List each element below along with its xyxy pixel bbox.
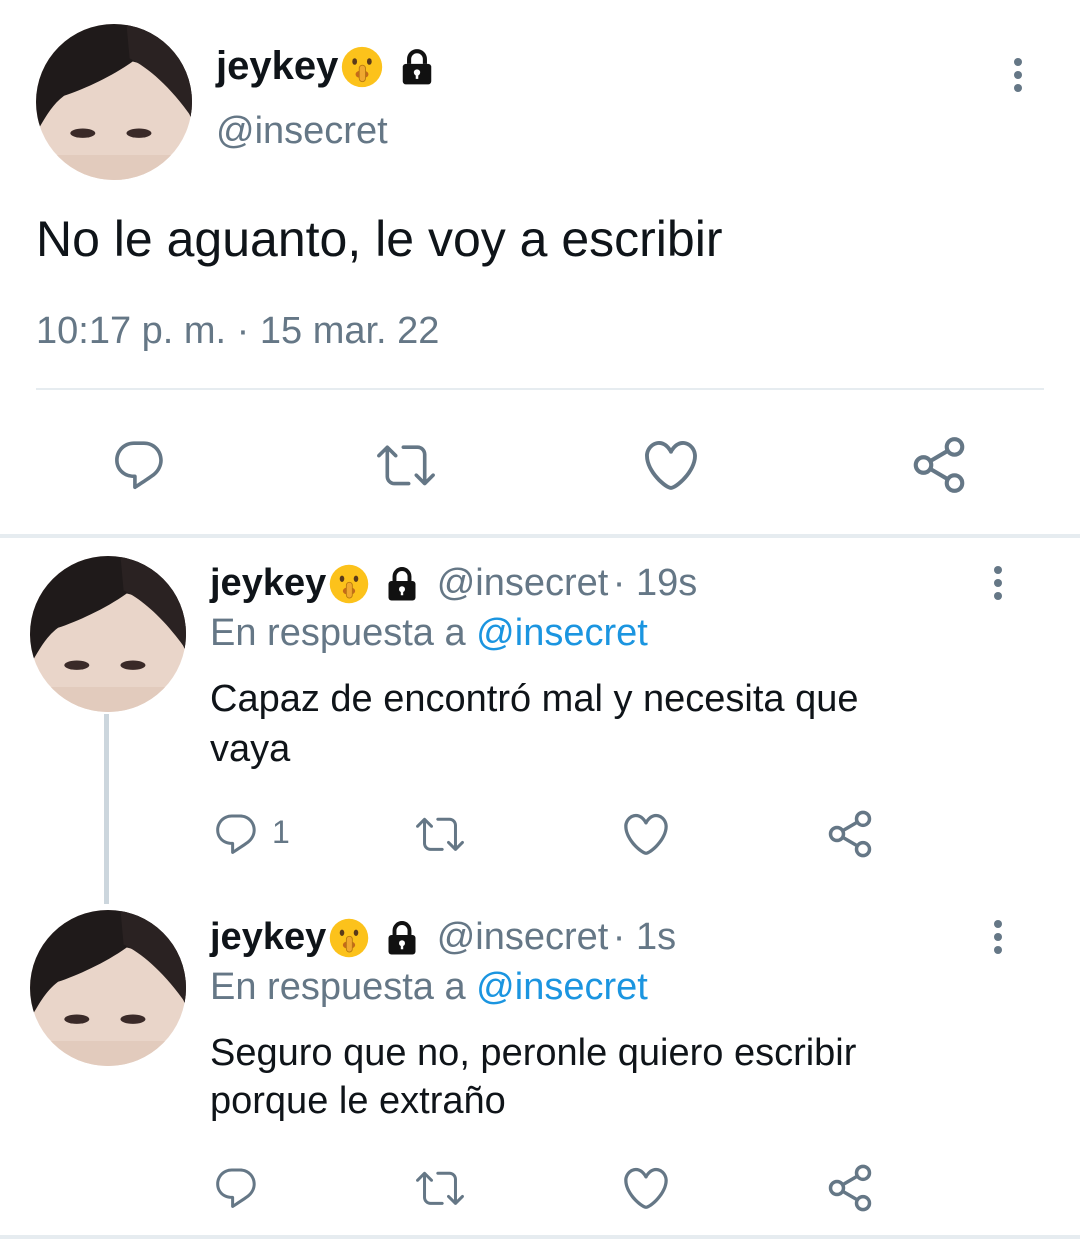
lock-icon <box>384 920 420 956</box>
reply-icon[interactable] <box>212 1164 260 1212</box>
lock-icon <box>384 566 420 602</box>
avatar[interactable] <box>36 24 192 180</box>
reply-header: jeykey @insecret · 19s <box>210 562 697 608</box>
relative-time[interactable]: · 1s <box>613 916 676 958</box>
share-icon[interactable] <box>824 808 876 860</box>
retweet-icon[interactable] <box>412 810 468 858</box>
more-icon[interactable] <box>986 920 1010 959</box>
reply-text-line: Capaz de encontró mal y necesita que <box>210 678 859 720</box>
reply-count: 1 <box>272 814 290 850</box>
reply-text-line: porque le extraño <box>210 1080 506 1122</box>
thread-line <box>104 714 109 904</box>
reply-prefix: En respuesta a <box>210 612 466 654</box>
reply-text-line: Seguro que no, peronle quiero escribir <box>210 1032 857 1074</box>
shushing-face-emoji <box>328 917 370 959</box>
shushing-face-emoji <box>328 563 370 605</box>
shushing-face-emoji <box>340 45 384 89</box>
avatar[interactable] <box>30 910 186 1066</box>
like-icon[interactable] <box>620 808 672 860</box>
more-icon[interactable] <box>986 566 1010 605</box>
bottom-divider <box>0 1235 1080 1239</box>
author-name-row: jeykey <box>216 44 436 92</box>
reply-context: En respuesta a @insecret <box>210 966 648 1009</box>
reply-icon[interactable] <box>110 436 168 494</box>
display-name[interactable]: jeykey <box>210 562 326 604</box>
reply-header: jeykey @insecret · 1s <box>210 916 676 962</box>
display-name[interactable]: jeykey <box>210 916 326 958</box>
reply-to-link[interactable]: @insecret <box>476 966 648 1008</box>
handle[interactable]: @insecret <box>437 916 609 958</box>
reply-prefix: En respuesta a <box>210 966 466 1008</box>
like-icon[interactable] <box>640 434 702 496</box>
share-icon[interactable] <box>908 434 970 496</box>
timestamp[interactable]: 10:17 p. m. · 15 mar. 22 <box>36 310 439 353</box>
reply-to-link[interactable]: @insecret <box>476 612 648 654</box>
reply-context: En respuesta a @insecret <box>210 612 648 655</box>
display-name[interactable]: jeykey <box>216 44 338 88</box>
more-icon[interactable] <box>1006 58 1030 97</box>
handle[interactable]: @insecret <box>437 562 609 604</box>
tweet-text: No le aguanto, le voy a escribir <box>36 211 723 267</box>
reply-icon[interactable] <box>212 810 260 858</box>
section-divider <box>0 534 1080 538</box>
relative-time[interactable]: · 19s <box>613 562 697 604</box>
like-icon[interactable] <box>620 1162 672 1214</box>
share-icon[interactable] <box>824 1162 876 1214</box>
avatar[interactable] <box>30 556 186 712</box>
reply-text-line: vaya <box>210 728 291 770</box>
divider <box>36 388 1044 390</box>
retweet-icon[interactable] <box>412 1164 468 1212</box>
retweet-icon[interactable] <box>374 436 438 494</box>
handle[interactable]: @insecret <box>216 110 388 153</box>
lock-icon <box>398 48 436 86</box>
